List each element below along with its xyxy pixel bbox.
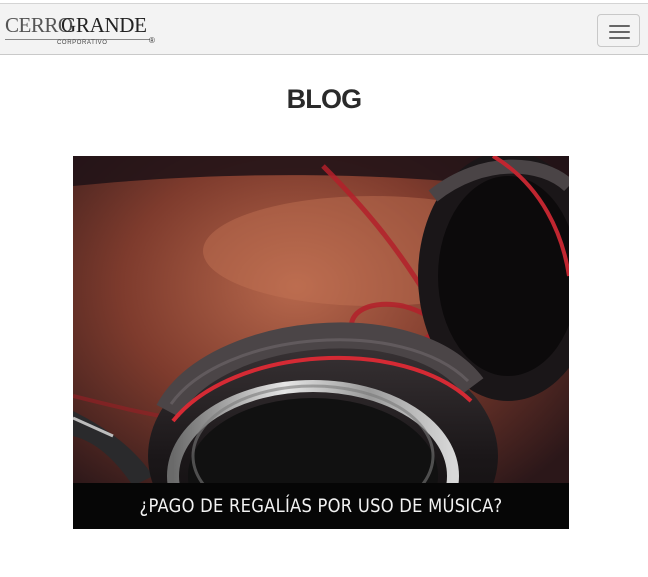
navbar: CERRO GRANDE CORPORATIVO ® bbox=[0, 3, 648, 55]
post-title[interactable]: ¿PAGO DE REGALÍAS POR USO DE MÚSICA? bbox=[140, 495, 503, 517]
hamburger-icon bbox=[609, 25, 630, 27]
logo-word-grande: GRANDE bbox=[61, 13, 147, 37]
brand-logo[interactable]: CERRO GRANDE CORPORATIVO ® bbox=[5, 13, 165, 47]
post-caption-bar: ¿PAGO DE REGALÍAS POR USO DE MÚSICA? bbox=[73, 483, 569, 529]
blog-post-card[interactable]: ¿PAGO DE REGALÍAS POR USO DE MÚSICA? bbox=[73, 156, 569, 529]
menu-toggle-button[interactable] bbox=[597, 14, 640, 47]
registered-mark: ® bbox=[149, 36, 155, 45]
logo-subtitle: CORPORATIVO bbox=[55, 40, 110, 46]
page-title: BLOG bbox=[286, 84, 363, 114]
headphones-photo bbox=[73, 156, 569, 529]
